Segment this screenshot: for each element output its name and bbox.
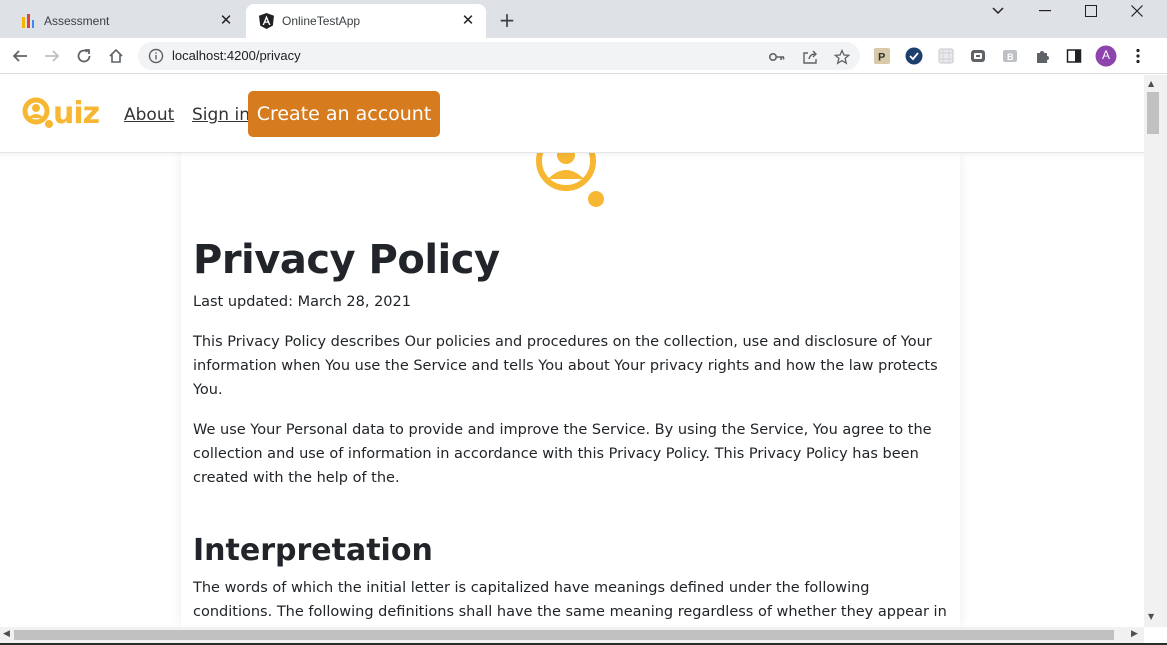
- horizontal-scrollbar[interactable]: ◀ ▶: [0, 627, 1144, 643]
- tab-strip: Assessment ✕ OnlineTestApp ✕ +: [0, 0, 1167, 38]
- forward-icon[interactable]: [40, 44, 64, 68]
- create-account-button[interactable]: Create an account: [248, 91, 440, 137]
- side-panel-icon[interactable]: [1065, 47, 1083, 65]
- site-info-icon[interactable]: [148, 48, 164, 64]
- quiz-logo[interactable]: uiz: [22, 93, 112, 133]
- site-header: uiz About Sign in Create an account: [0, 75, 1144, 153]
- home-icon[interactable]: [104, 44, 128, 68]
- extension-b-icon[interactable]: B: [1001, 47, 1019, 65]
- bookmark-star-icon[interactable]: [833, 48, 851, 66]
- privacy-card: Privacy Policy Last updated: March 28, 2…: [181, 131, 960, 627]
- bar-chart-icon: [20, 13, 36, 29]
- tab-title: Assessment: [44, 14, 110, 28]
- reload-icon[interactable]: [72, 44, 96, 68]
- angular-icon: [258, 13, 274, 29]
- vertical-scrollbar[interactable]: ▲ ▼: [1144, 75, 1167, 627]
- tab-search-icon[interactable]: [978, 0, 1018, 22]
- extension-p-icon[interactable]: P: [873, 47, 891, 65]
- back-icon[interactable]: [8, 44, 32, 68]
- page-viewport: uiz About Sign in Create an account Priv…: [0, 75, 1144, 627]
- scroll-up-icon[interactable]: ▲: [1148, 79, 1154, 88]
- nav-sign-in-link[interactable]: Sign in: [192, 105, 250, 125]
- page-title: Privacy Policy: [193, 237, 500, 283]
- last-updated: Last updated: March 28, 2021: [193, 294, 411, 310]
- extension-dev-icon[interactable]: [969, 47, 987, 65]
- browser-toolbar: localhost:4200/privacy P B A: [0, 38, 1167, 74]
- key-icon[interactable]: [768, 48, 786, 66]
- url-text: localhost:4200/privacy: [172, 48, 301, 63]
- section-heading: Interpretation: [193, 533, 433, 568]
- close-tab-icon[interactable]: ✕: [218, 13, 234, 29]
- scroll-down-icon[interactable]: ▼: [1148, 612, 1154, 621]
- scroll-right-icon[interactable]: ▶: [1131, 629, 1138, 639]
- tab-title: OnlineTestApp: [282, 14, 361, 28]
- nav-about-link[interactable]: About: [124, 105, 174, 125]
- profile-initial: A: [1101, 48, 1110, 62]
- svg-text:B: B: [1007, 52, 1014, 62]
- address-bar[interactable]: localhost:4200/privacy: [138, 42, 860, 70]
- share-icon[interactable]: [801, 48, 819, 66]
- intro-paragraph: This Privacy Policy describes Our polici…: [193, 334, 938, 398]
- svg-text:P: P: [878, 52, 885, 64]
- tab-onlinetestapp[interactable]: OnlineTestApp ✕: [246, 4, 486, 38]
- scroll-left-icon[interactable]: ◀: [3, 629, 10, 639]
- vertical-scroll-thumb[interactable]: [1147, 92, 1159, 134]
- maximize-icon[interactable]: [1071, 0, 1111, 22]
- profile-avatar[interactable]: A: [1095, 45, 1117, 67]
- horizontal-scroll-thumb[interactable]: [14, 630, 1114, 640]
- svg-text:uiz: uiz: [53, 96, 100, 131]
- extension-check-icon[interactable]: [905, 47, 923, 65]
- interpretation-paragraph: The words of which the initial letter is…: [193, 580, 947, 620]
- puzzle-extensions-icon[interactable]: [1033, 47, 1051, 65]
- tab-assessment[interactable]: Assessment ✕: [8, 4, 244, 38]
- minimize-icon[interactable]: [1025, 0, 1065, 22]
- close-tab-icon[interactable]: ✕: [460, 13, 476, 29]
- new-tab-icon[interactable]: +: [496, 10, 518, 32]
- usage-paragraph: We use Your Personal data to provide and…: [193, 422, 932, 486]
- extension-grid-icon[interactable]: [937, 47, 955, 65]
- more-menu-icon[interactable]: [1129, 47, 1147, 65]
- close-window-icon[interactable]: [1117, 0, 1157, 22]
